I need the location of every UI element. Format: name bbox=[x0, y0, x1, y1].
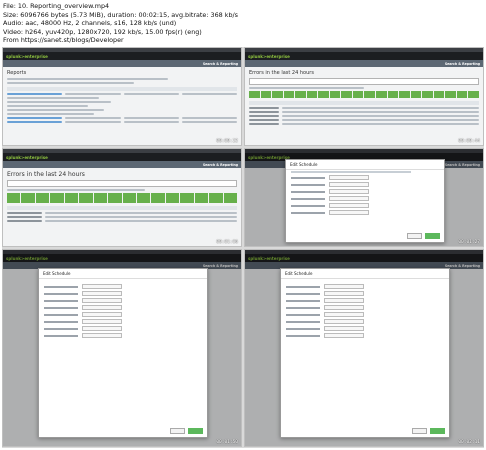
meta-file: File: 10. Reporting_overview.mp4 bbox=[3, 2, 110, 10]
timestamp: 00:00:44 bbox=[458, 139, 480, 144]
page-title: Errors in the last 24 hours bbox=[7, 171, 85, 178]
meta-video: Video: h264, yuv420p, 1280x720, 192 kb/s… bbox=[3, 27, 202, 36]
search-bar[interactable] bbox=[249, 78, 479, 85]
page-title: Errors in the last 24 hours bbox=[249, 70, 314, 76]
page-title: Reports bbox=[7, 70, 27, 76]
app-bar: Search & Reporting bbox=[3, 60, 241, 67]
edit-schedule-modal: Edit Schedule bbox=[285, 159, 445, 243]
timestamp: 00:00:22 bbox=[216, 139, 238, 144]
table-header bbox=[7, 87, 237, 91]
thumbnail-reports: splunk>enterprise Search & Reporting Rep… bbox=[2, 47, 242, 146]
thumbnail-grid: splunk>enterprise Search & Reporting Rep… bbox=[2, 47, 484, 448]
splunk-navbar: splunk>enterprise bbox=[3, 52, 241, 60]
cancel-button[interactable] bbox=[407, 233, 422, 239]
save-button[interactable] bbox=[188, 428, 203, 434]
edit-schedule-modal: Edit Schedule bbox=[280, 268, 450, 438]
modal-title: Edit Schedule bbox=[286, 160, 444, 170]
thumbnail-errors-search: splunk>enterprise Search & Reporting Err… bbox=[244, 47, 484, 146]
timestamp: 00:01:50 bbox=[216, 440, 238, 445]
thumbnail-edit-schedule: splunk>enterprise Search & Reporting Edi… bbox=[244, 148, 484, 247]
timestamp: 00:01:06 bbox=[216, 240, 238, 245]
meta-size: Size: 6096766 bytes (5.73 MiB), duration… bbox=[3, 10, 239, 19]
modal-title: Edit Schedule bbox=[39, 269, 207, 279]
meta-audio: Audio: aac, 48000 Hz, 2 channels, s16, 1… bbox=[3, 19, 177, 28]
meta-source: From https://sanet.st/blogs/Developer bbox=[3, 36, 124, 45]
thumbnail-edit-schedule-3: splunk>enterprise Search & Reporting Edi… bbox=[244, 249, 484, 447]
timestamp: 00:02:11 bbox=[458, 440, 480, 445]
cancel-button[interactable] bbox=[412, 428, 427, 434]
cancel-button[interactable] bbox=[170, 428, 185, 434]
thumbnail-errors-search-2: splunk>enterprise Search & Reporting Err… bbox=[2, 148, 242, 247]
timeline-histogram bbox=[249, 91, 479, 98]
app-title: Search & Reporting bbox=[202, 61, 238, 66]
save-button[interactable] bbox=[425, 233, 440, 239]
save-button[interactable] bbox=[430, 428, 445, 434]
modal-title: Edit Schedule bbox=[281, 269, 449, 279]
edit-schedule-modal: Edit Schedule bbox=[38, 268, 208, 438]
thumbnail-edit-schedule-2: splunk>enterprise Search & Reporting Edi… bbox=[2, 249, 242, 447]
splunk-logo: splunk>enterprise bbox=[6, 53, 48, 59]
video-metadata: File: 10. Reporting_overview.mp4 Size: 6… bbox=[3, 2, 483, 45]
timestamp: 00:01:27 bbox=[458, 240, 480, 245]
